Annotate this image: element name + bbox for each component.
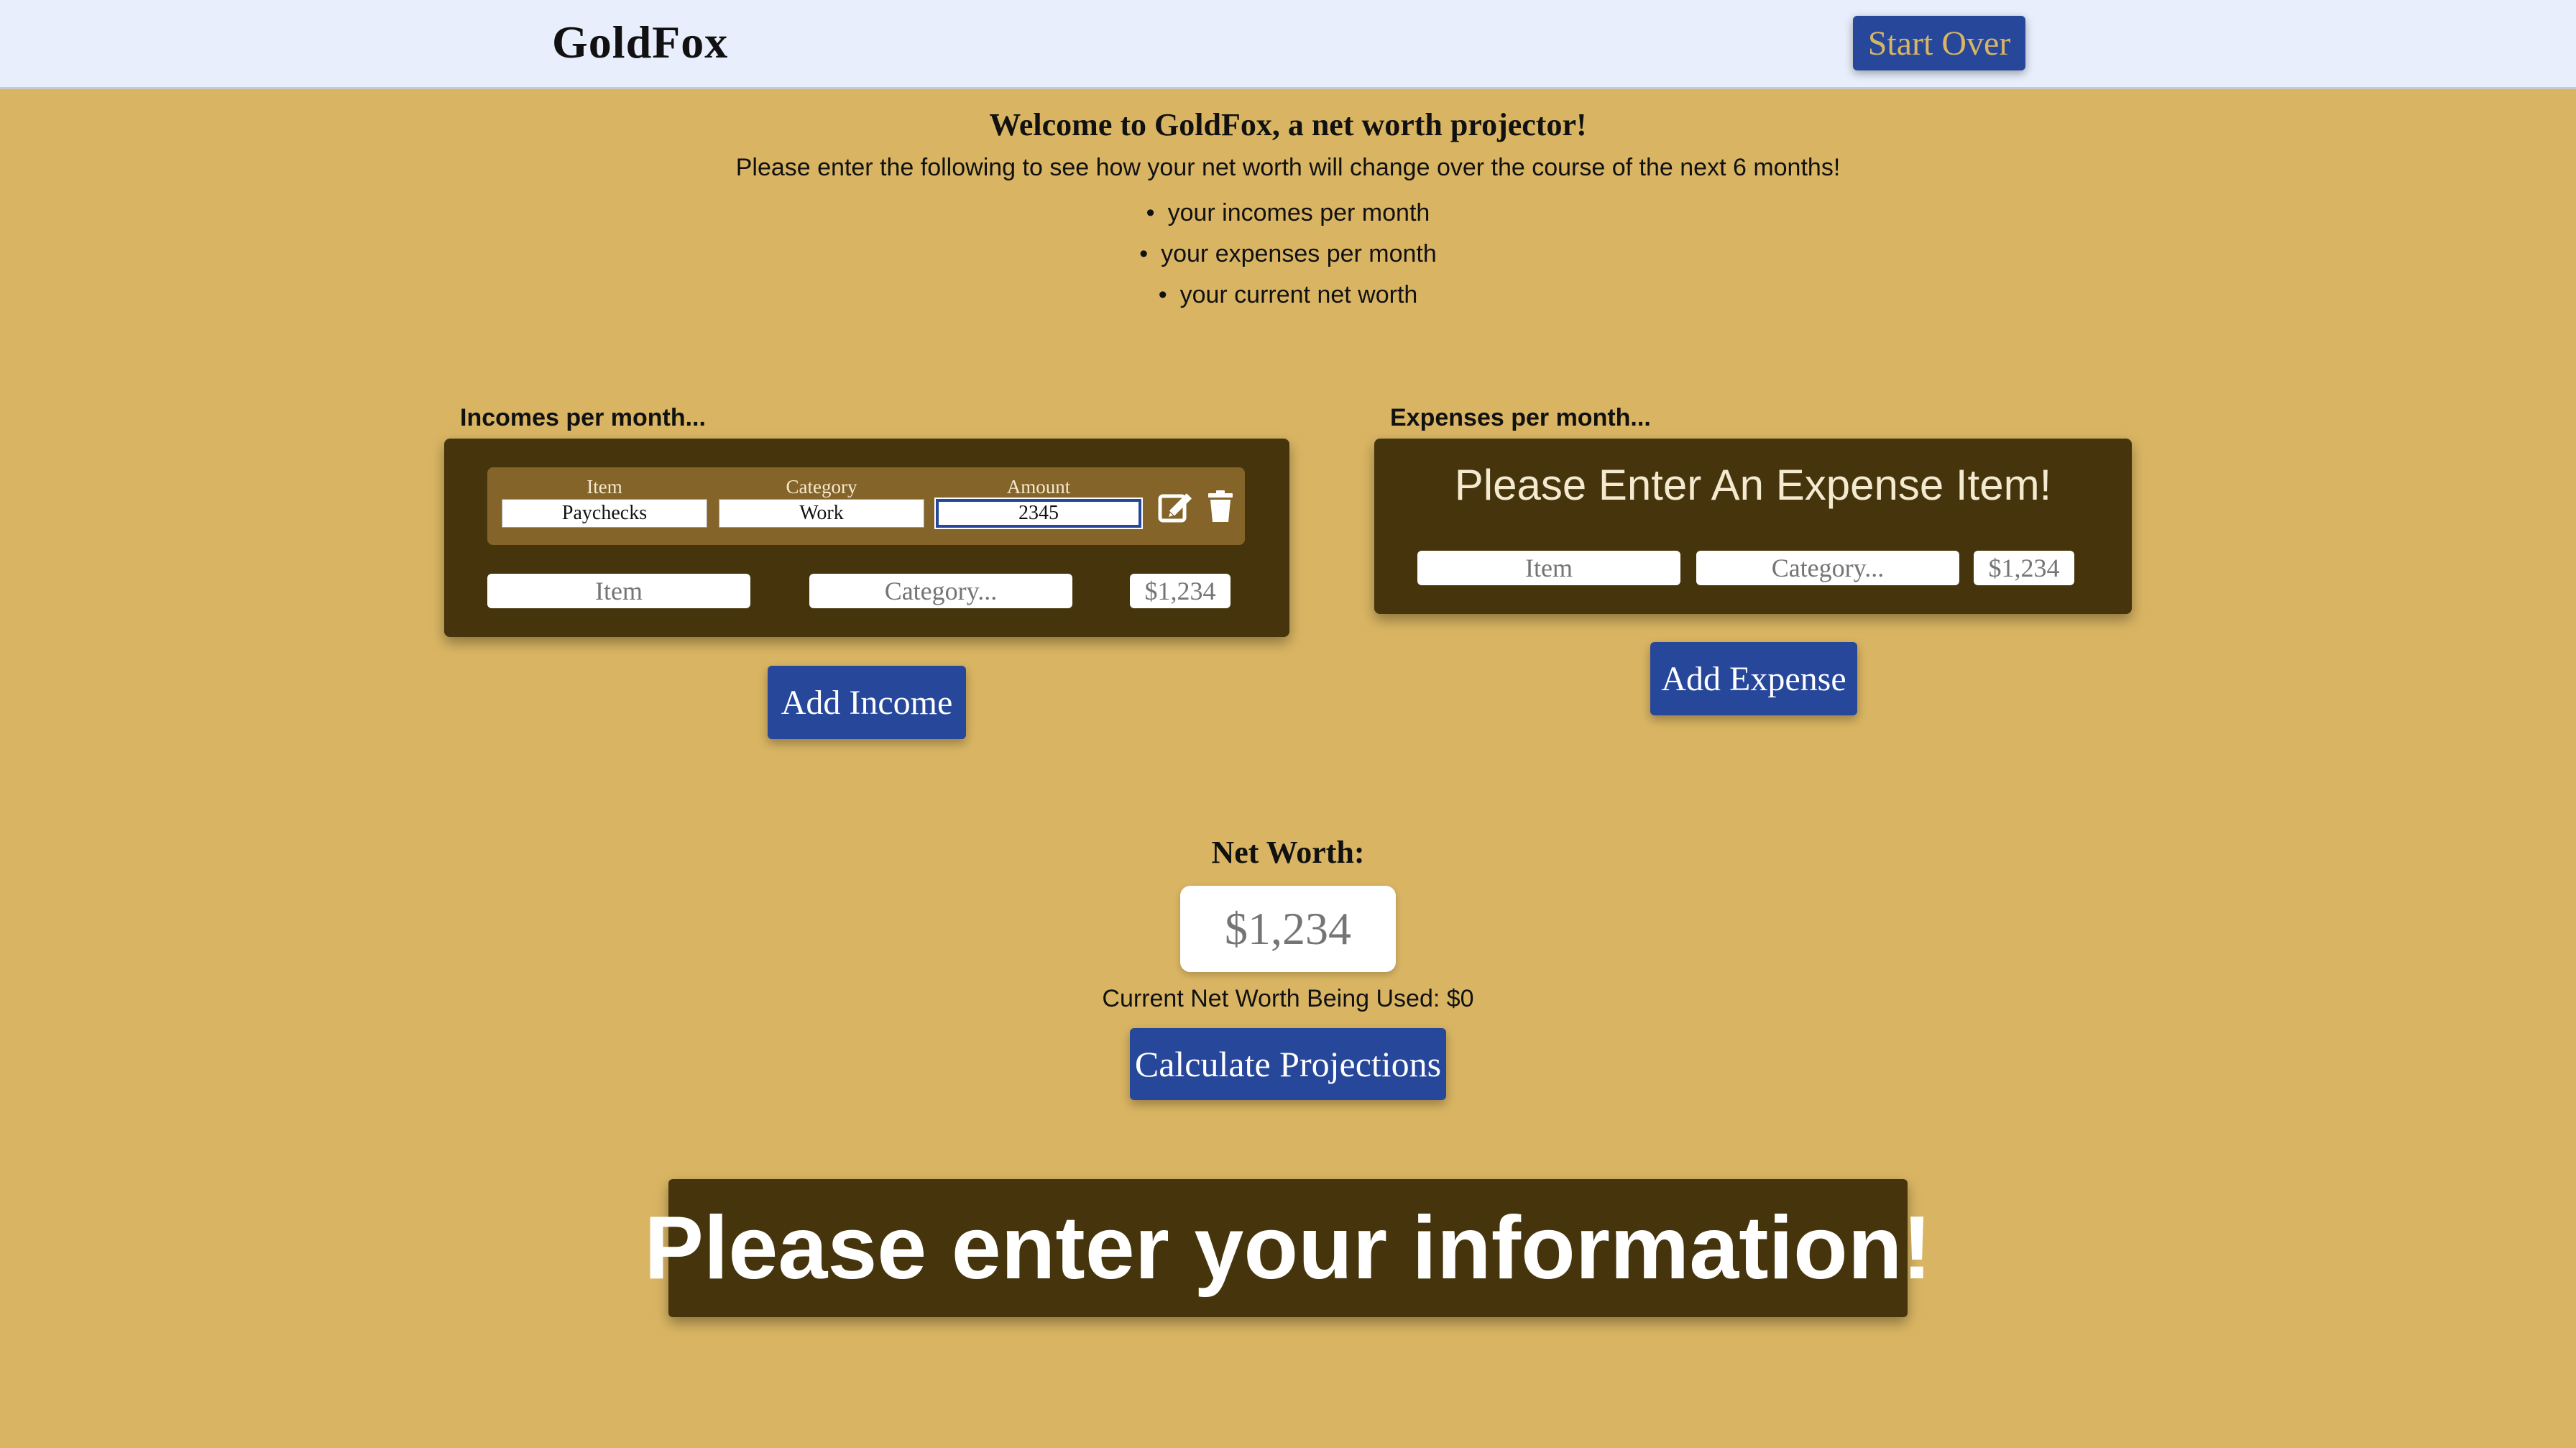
add-income-button[interactable]: Add Income [768, 666, 966, 739]
list-item: your incomes per month [0, 193, 2576, 234]
expense-item-input[interactable] [1417, 551, 1680, 585]
expense-category-input[interactable] [1696, 551, 1959, 585]
income-amount-input[interactable] [1130, 574, 1230, 608]
income-item-input[interactable] [487, 574, 750, 608]
edit-icon[interactable] [1157, 487, 1195, 525]
welcome-heading: Welcome to GoldFox, a net worth projecto… [989, 107, 1587, 142]
income-category-column: Category [719, 475, 924, 528]
category-column-label: Category [786, 476, 857, 498]
trash-icon[interactable] [1202, 487, 1239, 525]
expenses-section-label: Expenses per month... [1390, 404, 1651, 431]
income-amount-field[interactable] [934, 498, 1143, 529]
info-banner: Please enter your information! [644, 1179, 1932, 1317]
list-item: your expenses per month [0, 234, 2576, 275]
add-expense-button[interactable]: Add Expense [1650, 642, 1857, 715]
list-item: your current net worth [0, 275, 2576, 316]
income-item-column: Item [502, 475, 707, 528]
current-net-worth-text: Current Net Worth Being Used: $0 [1102, 985, 1474, 1012]
instructions-text: Please enter the following to see how yo… [735, 154, 1841, 181]
calculate-projections-button[interactable]: Calculate Projections [1130, 1028, 1446, 1100]
instructions-list: your incomes per month your expenses per… [0, 193, 2576, 316]
incomes-section-label: Incomes per month... [460, 404, 706, 431]
income-category-field[interactable] [719, 499, 924, 528]
expense-amount-input[interactable] [1974, 551, 2074, 585]
expenses-panel: Please Enter An Expense Item! [1374, 439, 2132, 614]
amount-column-label: Amount [1006, 476, 1071, 498]
brand-logo-text[interactable]: GoldFox [552, 16, 728, 69]
net-worth-label: Net Worth: [1211, 835, 1365, 870]
income-item-field[interactable] [502, 499, 707, 528]
start-over-button[interactable]: Start Over [1853, 16, 2025, 70]
net-worth-input[interactable] [1180, 886, 1396, 972]
income-amount-column: Amount [934, 475, 1143, 529]
expense-empty-message: Please Enter An Expense Item! [1454, 461, 2052, 509]
item-column-label: Item [586, 476, 622, 498]
income-row: Item Category Amount [487, 467, 1245, 545]
incomes-panel: Item Category Amount [444, 439, 1289, 637]
income-category-input[interactable] [809, 574, 1072, 608]
top-header: GoldFox Start Over [0, 0, 2576, 89]
